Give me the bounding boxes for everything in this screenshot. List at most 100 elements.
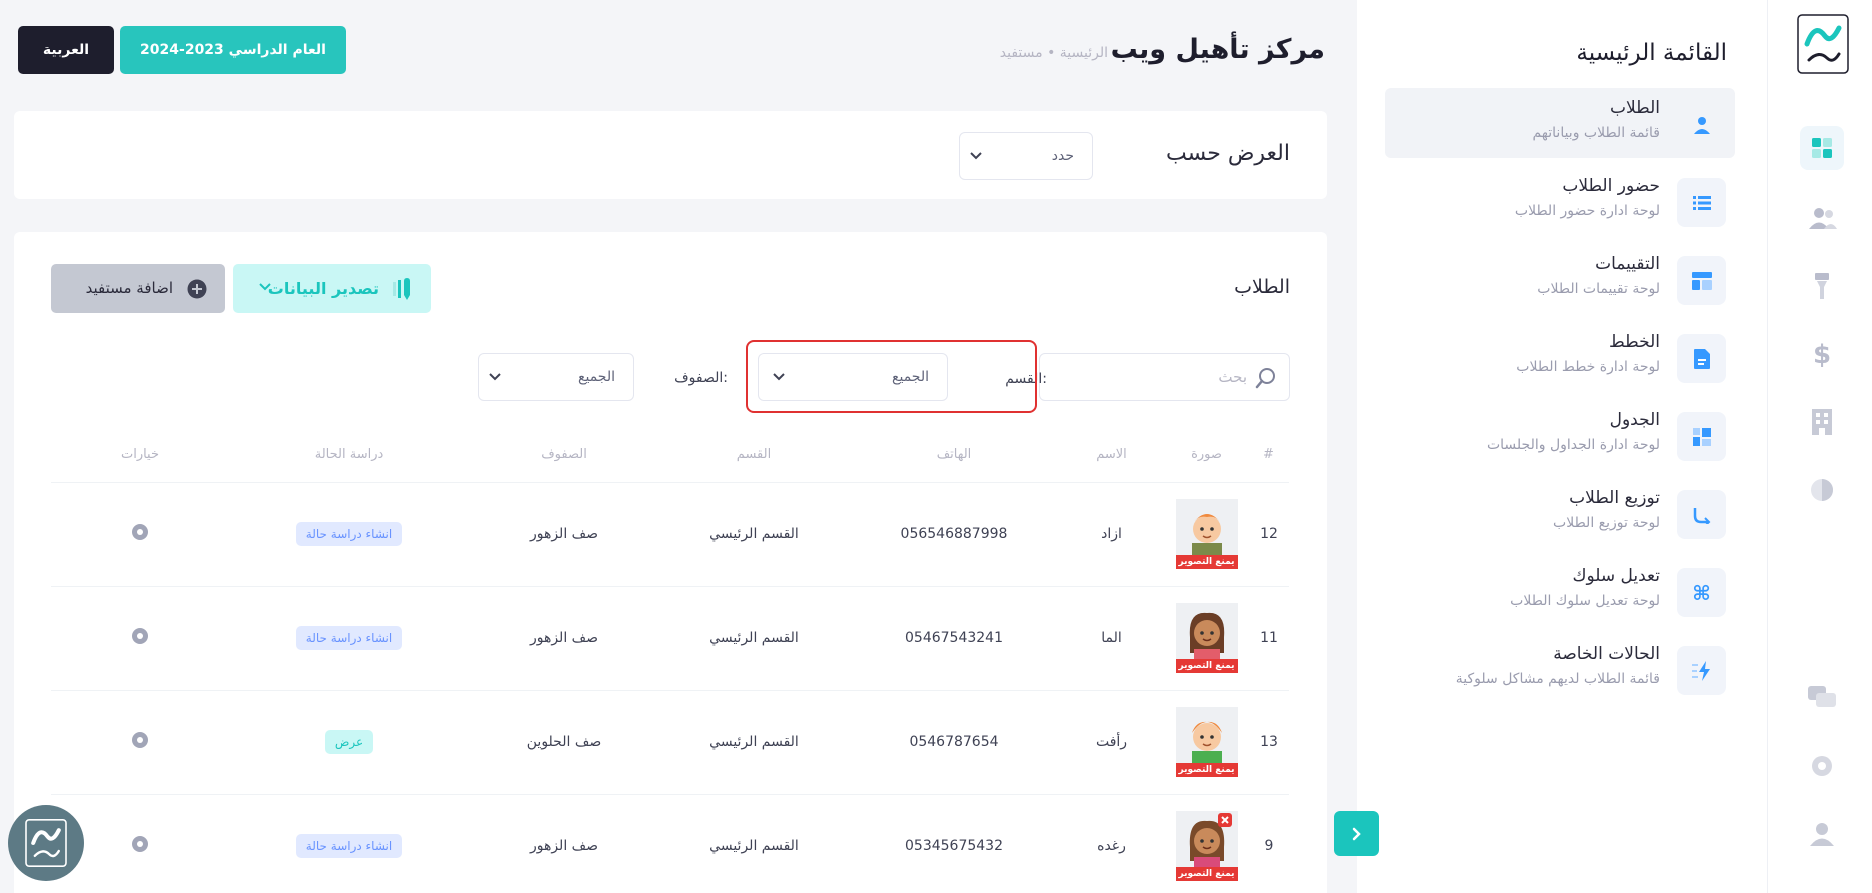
- row-class: صف الزهور: [469, 586, 659, 691]
- create-case-study-button[interactable]: انشاء دراسة حالة: [295, 626, 403, 650]
- icon-rail: $: [1767, 0, 1872, 893]
- row-class: صف الحلوين: [469, 690, 659, 795]
- row-class: صف الزهور: [469, 794, 659, 893]
- display-by-select[interactable]: حدد: [959, 132, 1093, 180]
- row-name[interactable]: الما: [1059, 586, 1164, 691]
- add-beneficiary-button[interactable]: اضافة مستفيد: [51, 264, 225, 313]
- row-name[interactable]: رغده: [1059, 794, 1164, 893]
- sidebar-item-label: الطلاب: [1610, 98, 1660, 118]
- sidebar-item-label: حضور الطلاب: [1562, 176, 1660, 196]
- table-row[interactable]: 11 يمنع التصوير الما 05467543241 القسم ا…: [51, 586, 1289, 691]
- app-logo[interactable]: [1797, 14, 1849, 74]
- chat-icon[interactable]: [1800, 676, 1844, 720]
- row-case-study: انشاء دراسة حالة: [229, 586, 469, 691]
- sidebar-item-desc: لوحة ادارة خطط الطلاب: [1516, 359, 1660, 375]
- menu-title: القائمة الرئيسية: [1576, 40, 1727, 66]
- sidebar-item-distribution[interactable]: توزيع الطلاب لوحة توزيع الطلاب: [1385, 478, 1735, 548]
- export-label: تصدير البيانات: [267, 279, 379, 298]
- academic-year-button[interactable]: العام الدراسي 2023-2024: [120, 26, 346, 74]
- sidebar-item-special-cases[interactable]: الحالات الخاصة قائمة الطلاب لديهم مشاكل …: [1385, 634, 1735, 704]
- col-phone[interactable]: الهاتف: [849, 428, 1059, 483]
- add-label: اضافة مستفيد: [85, 279, 173, 297]
- export-icon: [393, 278, 410, 300]
- schedule-icon: [1677, 412, 1726, 461]
- globe-icon[interactable]: [1800, 468, 1844, 512]
- create-case-study-button[interactable]: انشاء دراسة حالة: [295, 522, 403, 546]
- sidebar-item-attendance[interactable]: حضور الطلاب لوحة ادارة حضور الطلاب: [1385, 166, 1735, 236]
- select-value: حدد: [1051, 148, 1074, 164]
- table-row[interactable]: 13 يمنع التصوير رأفت 0546787654 القسم ال…: [51, 690, 1289, 795]
- table-row[interactable]: 12 يمنع التصوير ازاد 056546887998 القسم …: [51, 482, 1289, 587]
- dollar-icon[interactable]: $: [1800, 333, 1844, 377]
- row-name[interactable]: رأفت: [1059, 690, 1164, 795]
- dashboard-icon[interactable]: [1800, 126, 1844, 170]
- row-case-study: انشاء دراسة حالة: [229, 482, 469, 587]
- student-avatar[interactable]: يمنع التصوير: [1175, 707, 1238, 777]
- row-case-study: انشاء دراسة حالة: [229, 794, 469, 893]
- sidebar-item-label: الحالات الخاصة: [1553, 644, 1660, 664]
- user-icon: [1677, 100, 1726, 149]
- floating-logo-button[interactable]: [8, 805, 84, 881]
- flashlight-icon[interactable]: [1800, 264, 1844, 308]
- col-classes[interactable]: الصفوف: [469, 428, 659, 483]
- row-photo[interactable]: يمنع التصوير: [1164, 586, 1249, 691]
- chevron-down-icon: [489, 373, 501, 381]
- view-case-study-button[interactable]: عرض: [324, 730, 374, 754]
- col-photo: صورة: [1164, 428, 1249, 483]
- gear-icon[interactable]: [1800, 744, 1844, 788]
- row-options: [51, 482, 229, 587]
- sidebar-item-desc: لوحة ادارة حضور الطلاب: [1514, 203, 1660, 219]
- col-name[interactable]: الاسم: [1059, 428, 1164, 483]
- app-logo-icon: [25, 819, 67, 867]
- row-id: 12: [1249, 482, 1289, 587]
- gear-icon[interactable]: [130, 522, 150, 542]
- users-icon[interactable]: [1800, 196, 1844, 240]
- chevron-down-icon: [970, 152, 982, 160]
- search-box[interactable]: [1039, 353, 1290, 401]
- classes-select[interactable]: الجميع: [478, 353, 634, 401]
- gear-icon[interactable]: [130, 834, 150, 854]
- row-phone: 0546787654: [849, 690, 1059, 795]
- row-photo[interactable]: يمنع التصوير: [1164, 690, 1249, 795]
- row-phone: 05345675432: [849, 794, 1059, 893]
- row-name[interactable]: ازاد: [1059, 482, 1164, 587]
- col-number[interactable]: #: [1249, 428, 1289, 483]
- student-avatar[interactable]: يمنع التصوير: [1175, 499, 1238, 569]
- sidebar-item-evaluations[interactable]: التقييمات لوحة تقييمات الطلاب: [1385, 244, 1735, 314]
- student-avatar[interactable]: يمنع التصوير: [1175, 811, 1238, 881]
- sidebar-item-schedule[interactable]: الجدول لوحة ادارة الجداول والجلسات: [1385, 400, 1735, 470]
- no-photo-badge: يمنع التصوير: [1175, 659, 1238, 673]
- sidebar-menu: القائمة الرئيسية الطلاب قائمة الطلاب وبي…: [1357, 0, 1767, 893]
- row-photo[interactable]: يمنع التصوير: [1164, 794, 1249, 893]
- gear-icon[interactable]: [130, 730, 150, 750]
- row-phone: 05467543241: [849, 586, 1059, 691]
- export-data-button[interactable]: تصدير البيانات: [233, 264, 431, 313]
- gear-icon[interactable]: [130, 626, 150, 646]
- create-case-study-button[interactable]: انشاء دراسة حالة: [295, 834, 403, 858]
- col-case-study: دراسة الحالة: [229, 428, 469, 483]
- table-header-row: # صورة الاسم الهاتف القسم الصفوف دراسة ا…: [51, 428, 1289, 483]
- col-section[interactable]: القسم: [659, 428, 849, 483]
- sidebar-item-plans[interactable]: الخطط لوحة ادارة خطط الطلاب: [1385, 322, 1735, 392]
- student-avatar[interactable]: يمنع التصوير: [1175, 603, 1238, 673]
- row-case-study: عرض: [229, 690, 469, 795]
- sidebar-item-desc: لوحة تعديل سلوك الطلاب: [1510, 593, 1660, 609]
- search-input[interactable]: [1057, 364, 1247, 390]
- row-options: [51, 586, 229, 691]
- row-photo[interactable]: يمنع التصوير: [1164, 482, 1249, 587]
- building-icon[interactable]: [1800, 400, 1844, 444]
- students-title: الطلاب: [1234, 276, 1290, 298]
- classes-label: الصفوف:: [674, 370, 728, 386]
- profile-icon[interactable]: [1800, 812, 1844, 856]
- sidebar-item-desc: لوحة تقييمات الطلاب: [1537, 281, 1660, 297]
- breadcrumb[interactable]: الرئيسية • مستفيد: [1000, 45, 1108, 61]
- sidebar-item-students[interactable]: الطلاب قائمة الطلاب وبياناتهم: [1385, 88, 1735, 158]
- section-filter-highlight: [746, 340, 1037, 413]
- collapse-sidebar-button[interactable]: [1334, 811, 1379, 856]
- row-section: القسم الرئيسي: [659, 586, 849, 691]
- table-row[interactable]: 9 يمنع التصوير رغده 05345675432 القسم ال…: [51, 794, 1289, 893]
- students-card: الطلاب تصدير البيانات اضافة مستفيد القسم…: [14, 232, 1327, 893]
- layout-icon: [1677, 256, 1726, 305]
- sidebar-item-behavior[interactable]: ⌘ تعديل سلوك لوحة تعديل سلوك الطلاب: [1385, 556, 1735, 626]
- language-button[interactable]: العربية: [18, 26, 114, 74]
